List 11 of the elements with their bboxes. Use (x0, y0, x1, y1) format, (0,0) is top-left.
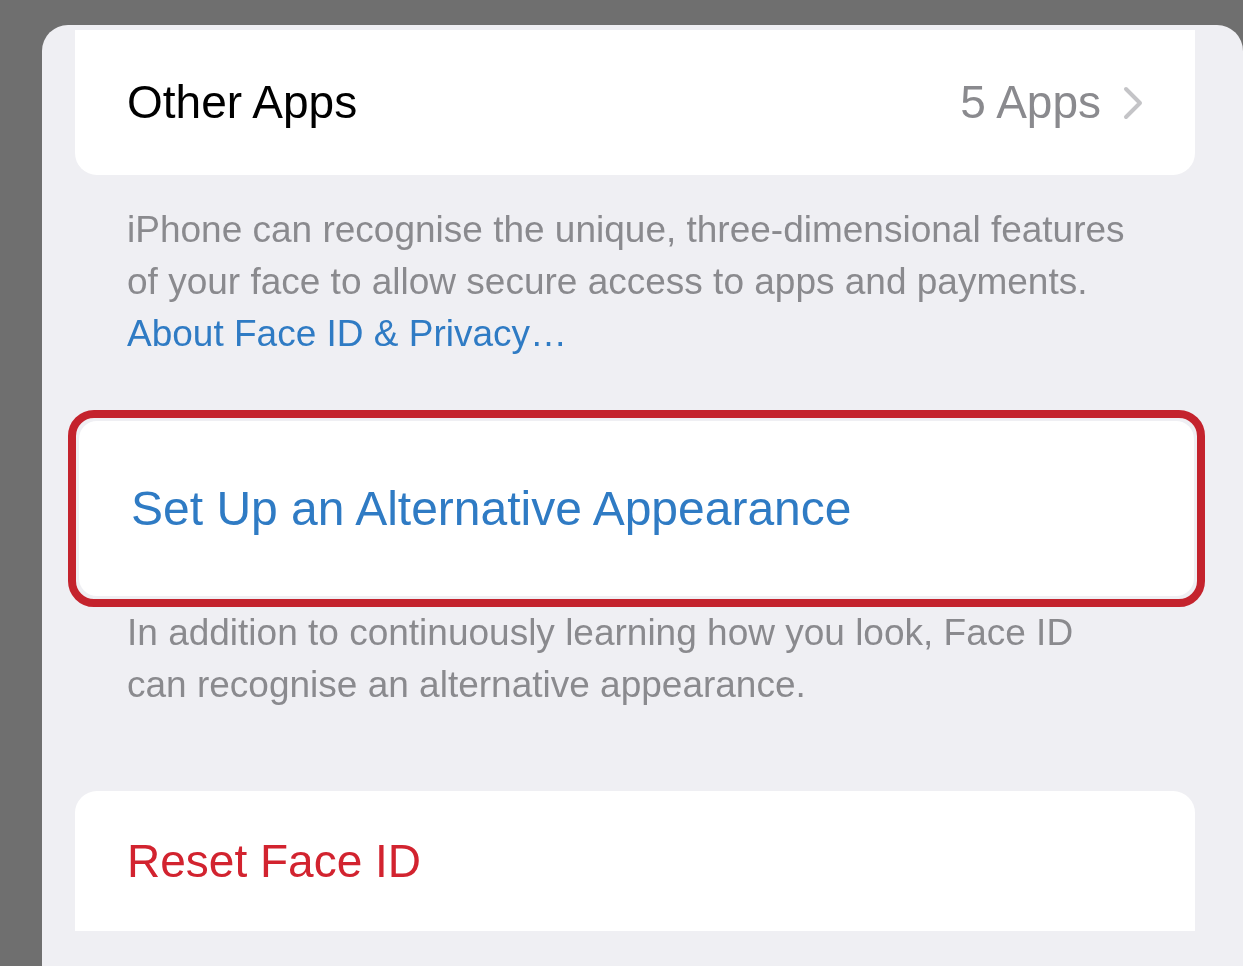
chevron-right-icon (1123, 85, 1143, 120)
row-label: Reset Face ID (127, 833, 421, 889)
alternative-appearance-row[interactable]: Set Up an Alternative Appearance (79, 421, 1194, 596)
about-face-id-link[interactable]: About Face ID & Privacy… (127, 313, 568, 354)
row-label: Set Up an Alternative Appearance (131, 480, 852, 537)
alternative-appearance-description: In addition to continuously learning how you look, Face ID can recognise an alternative appearance. (126, 611, 1075, 707)
reset-face-id-row[interactable]: Reset Face ID (75, 791, 1195, 931)
face-id-description: iPhone can recognise the unique, three-dimensional features of your face to allow secure access to apps and payments. About Face ID & Privacy… (126, 208, 1126, 356)
row-label: Other Apps (127, 75, 358, 130)
other-apps-row[interactable]: Other Apps 5 Apps (75, 30, 1195, 175)
row-value: 5 Apps (960, 75, 1101, 130)
